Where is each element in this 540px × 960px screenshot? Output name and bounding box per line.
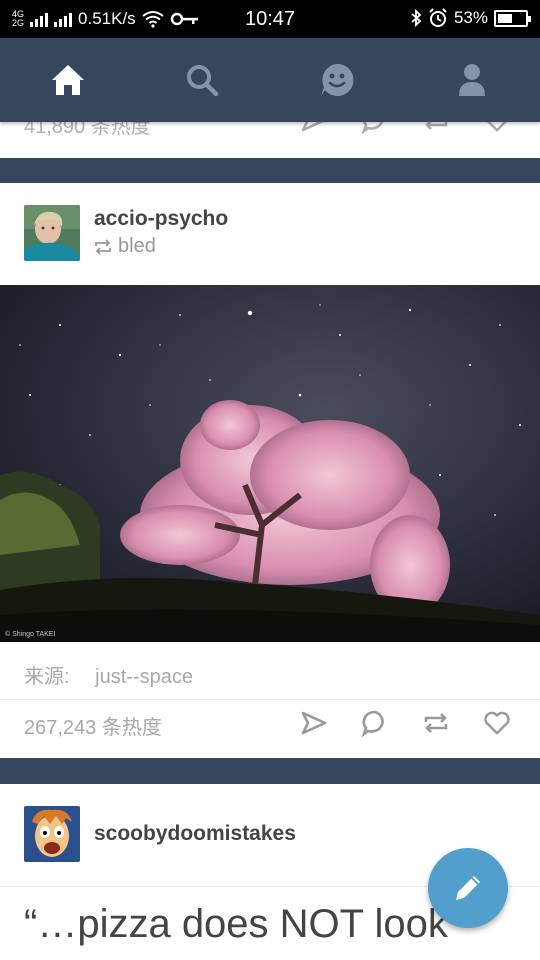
photo-credit: © Shingo TAKEI	[5, 631, 56, 638]
nav-activity-tab[interactable]	[315, 58, 359, 102]
post-header: accio-psycho bled	[0, 183, 540, 285]
post-footer: 267,243 条热度	[0, 699, 540, 759]
home-icon	[52, 65, 84, 95]
battery-icon	[494, 9, 531, 27]
quote-text: “…pizza does NOT look	[24, 902, 448, 946]
share-button[interactable]	[300, 709, 328, 737]
send-icon	[301, 711, 327, 735]
heart-icon	[484, 711, 510, 735]
like-button[interactable]	[483, 709, 511, 737]
alarm-icon	[429, 8, 447, 27]
search-icon	[187, 65, 219, 97]
reblog-icon	[95, 238, 111, 255]
post-source: 来源: just--space	[24, 660, 193, 689]
reply-button[interactable]	[361, 709, 389, 737]
starry-cherry-tree-image	[0, 285, 540, 642]
reblog-icon	[424, 713, 448, 733]
reblogged-from-name: bled	[118, 235, 156, 257]
pencil-icon	[456, 876, 480, 900]
source-label: 来源:	[24, 666, 70, 688]
notes-count[interactable]: 267,243 条热度	[24, 711, 162, 740]
blog-name[interactable]: accio-psycho	[94, 207, 228, 231]
reblogged-from[interactable]: bled	[94, 235, 156, 258]
nav-search-tab[interactable]	[180, 58, 224, 102]
blog-name[interactable]: scoobydoomistakes	[94, 822, 296, 846]
avatar-image	[24, 806, 80, 862]
avatar[interactable]	[24, 205, 80, 261]
status-right: 53%	[410, 8, 531, 28]
battery-percent: 53%	[453, 8, 488, 27]
nav-account-tab[interactable]	[450, 58, 494, 102]
post-photo[interactable]: © Shingo TAKEI	[0, 285, 540, 642]
smiley-icon	[321, 63, 354, 96]
avatar-image	[24, 205, 80, 261]
top-nav-bar	[0, 38, 540, 122]
compose-button[interactable]	[428, 848, 508, 928]
bluetooth-icon	[411, 9, 422, 27]
reblog-button[interactable]	[422, 709, 450, 737]
comment-icon	[361, 710, 384, 737]
account-icon	[459, 64, 485, 96]
status-bar: 4G 2G 0.51K/s 10:47 53%	[0, 0, 540, 38]
nav-home-tab[interactable]	[46, 58, 90, 102]
source-link[interactable]: just--space	[95, 666, 193, 688]
post-actions	[300, 709, 511, 737]
avatar[interactable]	[24, 806, 80, 862]
